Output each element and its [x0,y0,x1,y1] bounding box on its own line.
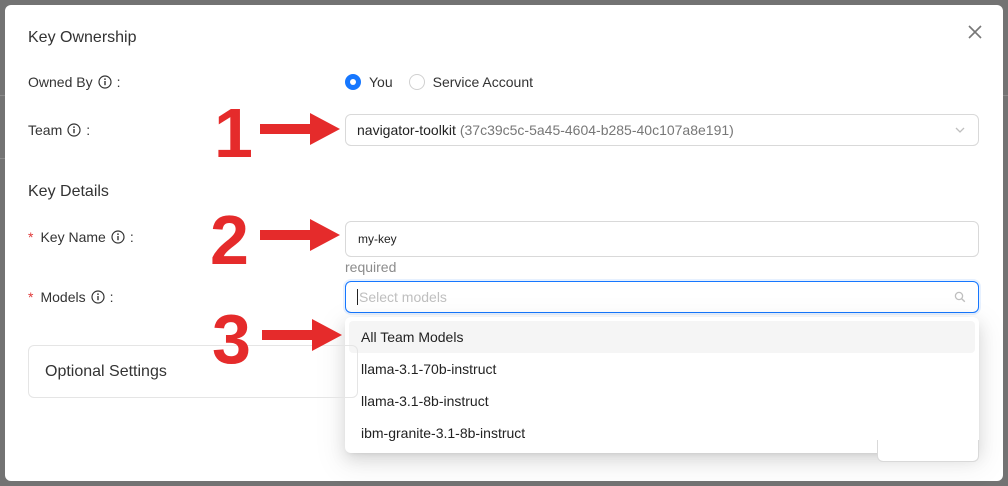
radio-you-label: You [369,74,393,90]
label-colon: : [109,289,114,305]
owned-by-radio-group: You Service Account [345,72,549,92]
key-ownership-heading: Key Ownership [28,29,137,46]
owned-by-label-text: Owned By [28,74,93,90]
annotation-arrow-icon [260,113,340,145]
radio-service-account-label: Service Account [432,74,534,90]
models-placeholder: Select models [359,289,447,305]
key-details-heading: Key Details [28,183,109,200]
annotation-number-2: 2 [210,201,249,279]
dropdown-option[interactable]: llama-3.1-8b-instruct [349,385,975,417]
close-icon [968,25,982,39]
optional-settings-label: Optional Settings [45,362,167,380]
key-name-input[interactable] [345,221,979,257]
annotation-number-3: 3 [212,300,251,378]
team-select-name: navigator-toolkit [357,122,456,138]
annotation-arrow-icon [262,319,342,351]
text-cursor [357,289,358,305]
annotation-arrow-icon [260,219,340,251]
models-label-text: Models [40,289,86,305]
info-icon[interactable] [67,123,81,137]
radio-service-account[interactable]: Service Account [408,74,534,90]
background-divider [1003,95,1008,96]
submit-button[interactable] [877,440,979,462]
dropdown-option[interactable]: All Team Models [349,321,975,353]
models-dropdown: All Team Models llama-3.1-70b-instruct l… [345,317,979,453]
info-icon[interactable] [111,230,125,244]
team-select[interactable]: navigator-toolkit (37c39c5c-5a45-4604-b2… [345,114,979,146]
label-colon: : [116,74,121,90]
team-select-id: (37c39c5c-5a45-4604-b285-40c107a8e191) [459,122,734,138]
search-icon [954,291,966,303]
dropdown-option[interactable]: llama-3.1-70b-instruct [349,353,975,385]
radio-unchecked-icon [408,74,425,90]
close-button[interactable] [962,19,988,45]
label-colon: : [86,122,91,138]
owned-by-label: Owned By : [28,72,120,92]
annotation-number-1: 1 [214,94,253,172]
info-icon[interactable] [97,75,112,89]
key-name-label-text: Key Name [40,229,106,245]
required-marker: * [28,229,34,245]
key-name-hint: required [345,259,397,275]
info-icon[interactable] [90,290,105,304]
radio-checked-icon [345,74,361,90]
chevron-down-icon [955,127,965,133]
team-label-text: Team [28,122,63,138]
label-colon: : [129,229,134,245]
team-label: Team : [28,120,90,140]
models-label: * Models : [28,287,113,307]
required-marker: * [28,289,34,305]
radio-you[interactable]: You [345,74,393,90]
models-select[interactable]: Select models [345,281,979,313]
key-name-label: * Key Name : [28,227,134,247]
